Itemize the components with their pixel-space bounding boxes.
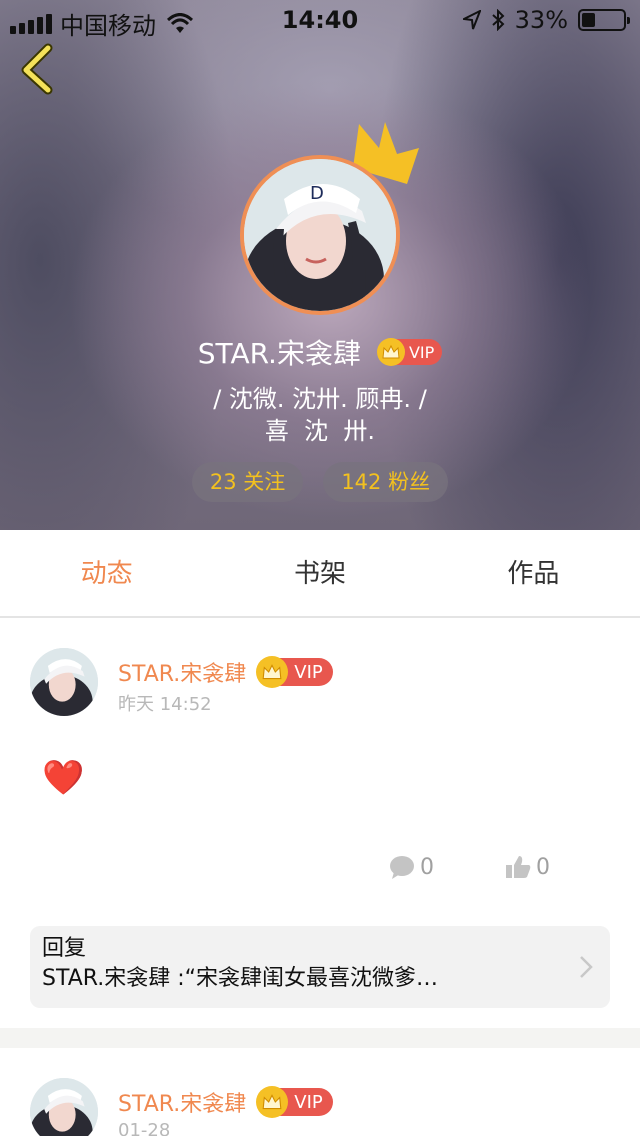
followers-button[interactable]: 142 粉丝 — [323, 462, 449, 502]
bluetooth-icon — [491, 9, 505, 31]
comment-button[interactable]: 0 — [388, 854, 434, 880]
post-author-name[interactable]: STAR.宋衾肆 — [118, 656, 246, 688]
post-timestamp: 01-28 — [118, 1120, 171, 1136]
post-actions: 0 0 — [388, 854, 550, 880]
status-bar-right: 33% — [462, 6, 630, 34]
profile-header: 中国移动 14:40 33% D STAR.宋衾肆 VIP / 沈微. 沈卅. … — [0, 0, 640, 530]
like-button[interactable]: 0 — [504, 854, 550, 880]
following-button[interactable]: 23 关注 — [191, 462, 304, 502]
svg-text:D: D — [310, 183, 324, 204]
comment-count: 0 — [420, 854, 434, 880]
tab-dynamics[interactable]: 动态 — [0, 530, 213, 616]
vip-label: VIP — [408, 342, 435, 362]
battery-percent: 33% — [514, 6, 568, 34]
chevron-right-icon — [580, 956, 593, 978]
reply-text: STAR.宋衾肆 :“宋衾肆闺女最喜沈微爹… — [42, 966, 439, 991]
avatar[interactable] — [30, 1078, 98, 1136]
vip-crown-icon — [256, 656, 289, 688]
thumbs-up-icon — [506, 856, 531, 878]
avatar-portrait — [30, 648, 98, 716]
avatar[interactable] — [30, 648, 98, 716]
tab-works[interactable]: 作品 — [427, 530, 640, 616]
vip-badge: VIP — [256, 1086, 333, 1118]
avatar-image: D — [240, 155, 400, 315]
location-icon — [462, 10, 481, 30]
like-count: 0 — [536, 854, 550, 880]
battery-level — [582, 13, 595, 27]
nickname-row: STAR.宋衾肆 VIP — [0, 332, 640, 372]
profile-nickname: STAR.宋衾肆 — [197, 337, 361, 370]
post-feed: STAR.宋衾肆 VIP 昨天 14:52 ❤️ 0 0 回复 STAR.宋衾肆… — [0, 618, 640, 1136]
post-user-row: STAR.宋衾肆 VIP — [118, 656, 333, 688]
profile-signature: / 沈微. 沈卅. 顾冉. / 喜 沈 卅. — [0, 383, 640, 447]
status-bar: 中国移动 14:40 33% — [0, 0, 640, 40]
signature-line-2: 喜 沈 卅. — [264, 417, 376, 445]
post-user-row: STAR.宋衾肆 VIP — [118, 1086, 333, 1118]
reply-label: 回复 — [42, 936, 87, 961]
post-card: STAR.宋衾肆 VIP 昨天 14:52 ❤️ 0 0 回复 STAR.宋衾肆… — [0, 618, 640, 1028]
tab-bookshelf[interactable]: 书架 — [213, 530, 426, 616]
post-timestamp: 昨天 14:52 — [118, 694, 212, 715]
vip-label: VIP — [294, 1091, 323, 1113]
signature-line-1: / 沈微. 沈卅. 顾冉. / — [213, 385, 427, 413]
vip-badge: VIP — [376, 338, 443, 366]
avatar-portrait: D — [244, 159, 396, 311]
reply-preview[interactable]: 回复 STAR.宋衾肆 :“宋衾肆闺女最喜沈微爹… — [30, 926, 610, 1008]
comment-icon — [390, 856, 414, 879]
profile-tabs: 动态 书架 作品 — [0, 530, 640, 618]
post-content: ❤️ — [42, 758, 85, 798]
back-chevron-icon[interactable] — [14, 40, 64, 96]
vip-crown-icon — [376, 338, 405, 366]
avatar-portrait — [30, 1078, 98, 1136]
profile-avatar[interactable]: D — [240, 155, 400, 315]
post-author-name[interactable]: STAR.宋衾肆 — [118, 1086, 246, 1118]
vip-label: VIP — [294, 661, 323, 683]
battery-icon — [578, 9, 630, 31]
post-card: STAR.宋衾肆 VIP 01-28 — [0, 1048, 640, 1136]
vip-crown-icon — [256, 1086, 289, 1118]
profile-stats: 23 关注 142 粉丝 — [0, 462, 640, 502]
vip-badge: VIP — [256, 656, 333, 688]
